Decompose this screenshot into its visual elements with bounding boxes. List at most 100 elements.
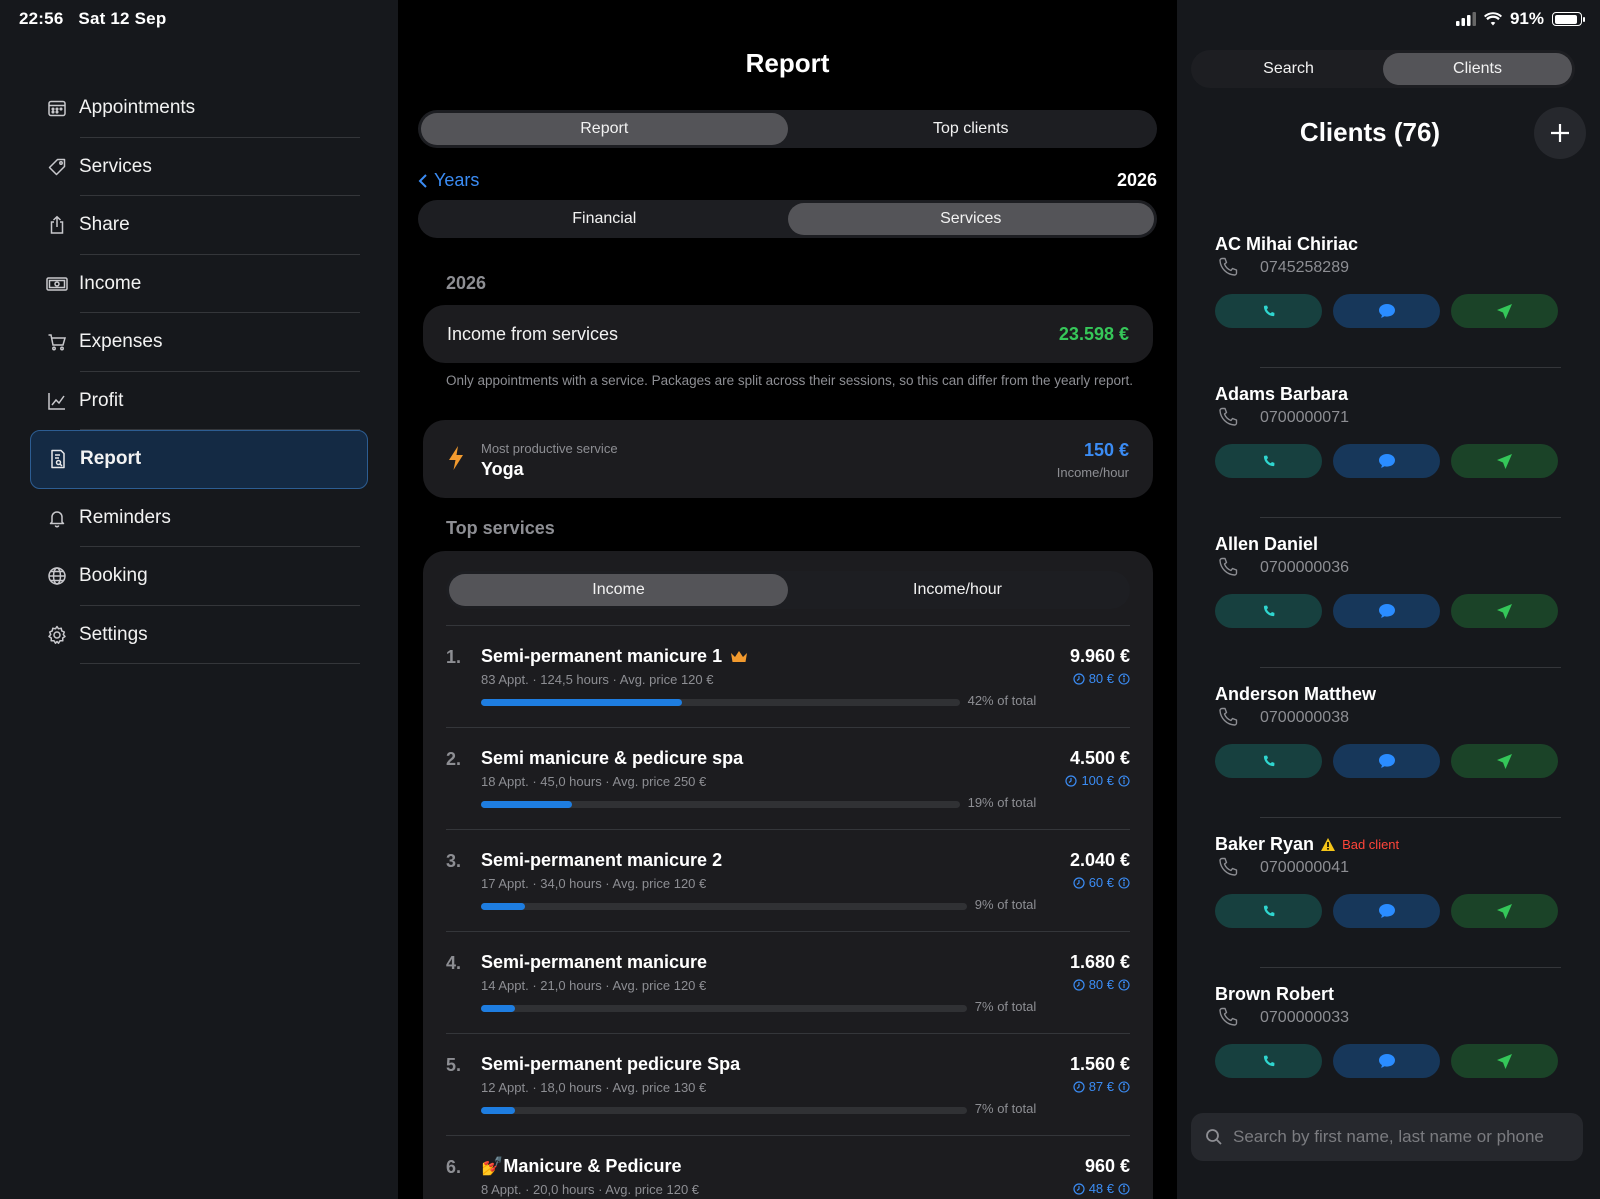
rank-number: 6.	[446, 1157, 462, 1177]
report-icon	[46, 447, 70, 471]
tab-income[interactable]: Income	[449, 574, 788, 606]
add-client-button[interactable]	[1534, 107, 1586, 159]
client-phone: 0700000036	[1260, 559, 1349, 576]
client-item[interactable]: Adams Barbara 0700000071	[1215, 368, 1561, 518]
send-button[interactable]	[1451, 1044, 1558, 1078]
client-item[interactable]: AC Mihai Chiriac 0745258289	[1215, 218, 1561, 368]
send-button[interactable]	[1451, 444, 1558, 478]
sidebar-item-settings[interactable]: Settings	[30, 606, 368, 664]
client-search-input[interactable]	[1233, 1127, 1573, 1147]
phone-call-icon	[1263, 905, 1274, 917]
client-name: Anderson Matthew	[1215, 684, 1376, 705]
clock-icon	[1065, 774, 1078, 787]
call-button[interactable]	[1215, 594, 1322, 628]
info-icon[interactable]	[1118, 672, 1130, 685]
client-name: Baker Ryan Bad client	[1215, 834, 1399, 855]
call-button[interactable]	[1215, 1044, 1322, 1078]
info-icon[interactable]	[1118, 876, 1130, 889]
send-button[interactable]	[1451, 594, 1558, 628]
service-name-text: 💅Manicure & Pedicure	[481, 1156, 682, 1176]
clients-title: Clients (76)	[1299, 117, 1441, 147]
sidebar-item-appointments[interactable]: Appointments	[30, 79, 368, 138]
clock-icon	[1073, 978, 1085, 991]
tab-services[interactable]: Services	[787, 203, 1154, 235]
tab-search[interactable]: Search	[1194, 53, 1383, 85]
report-tabs: Report Top clients	[418, 110, 1157, 148]
service-row[interactable]: 1. Semi-permanent manicure 1 83 Appt. · …	[446, 625, 1130, 727]
phone-icon	[1219, 257, 1238, 276]
message-button[interactable]	[1333, 894, 1440, 928]
info-icon[interactable]	[1118, 978, 1130, 991]
service-row[interactable]: 2. Semi manicure & pedicure spa 18 Appt.…	[446, 727, 1130, 829]
call-button[interactable]	[1215, 744, 1322, 778]
message-button[interactable]	[1333, 744, 1440, 778]
sidebar-item-share[interactable]: Share	[30, 196, 368, 255]
call-button[interactable]	[1215, 444, 1322, 478]
back-label: Years	[434, 170, 480, 190]
calendar-icon	[45, 96, 69, 120]
message-bubble-icon	[1378, 454, 1395, 468]
bad-client-badge: Bad client	[1342, 837, 1400, 852]
share-percent: 9% of total	[974, 897, 1037, 912]
rate-value: 60 €	[1088, 875, 1114, 890]
message-button[interactable]	[1333, 1044, 1440, 1078]
message-bubble-icon	[1378, 304, 1395, 318]
info-icon[interactable]	[1118, 1080, 1130, 1093]
search-icon	[1206, 1129, 1222, 1145]
crown-icon	[731, 650, 748, 662]
send-button[interactable]	[1451, 744, 1558, 778]
share-bar	[481, 699, 960, 706]
back-years-link[interactable]: Years	[418, 170, 479, 191]
rank-number: 4.	[446, 953, 462, 973]
send-button[interactable]	[1451, 294, 1558, 328]
chart-line-icon	[45, 389, 69, 413]
client-item[interactable]: Baker Ryan Bad client 0700000041	[1215, 818, 1561, 968]
client-search-bar[interactable]	[1191, 1113, 1583, 1161]
service-name: Semi-permanent manicure 2	[481, 850, 722, 871]
message-button[interactable]	[1333, 594, 1440, 628]
rank-number: 3.	[446, 851, 462, 871]
sidebar-item-report[interactable]: Report	[30, 430, 368, 489]
rank-number: 5.	[446, 1055, 462, 1075]
service-name-text: Semi manicure & pedicure spa	[481, 748, 744, 768]
service-name-text: Semi-permanent manicure	[481, 952, 708, 972]
sidebar-item-profit[interactable]: Profit	[30, 372, 368, 430]
service-row[interactable]: 3. Semi-permanent manicure 2 17 Appt. · …	[446, 829, 1130, 931]
call-button[interactable]	[1215, 294, 1322, 328]
message-button[interactable]	[1333, 444, 1440, 478]
sidebar-item-expenses[interactable]: Expenses	[30, 313, 368, 372]
sidebar-item-label: Appointments	[79, 97, 196, 119]
call-button[interactable]	[1215, 894, 1322, 928]
client-item[interactable]: Brown Robert 0700000033	[1215, 968, 1561, 1118]
client-phone: 0700000041	[1260, 859, 1349, 876]
send-button[interactable]	[1451, 894, 1558, 928]
info-icon[interactable]	[1118, 1182, 1130, 1195]
phone-call-icon	[1263, 1055, 1274, 1067]
sidebar-item-income[interactable]: Income	[30, 255, 368, 313]
client-item[interactable]: Allen Daniel 0700000036	[1215, 518, 1561, 668]
tab-clients[interactable]: Clients	[1383, 53, 1572, 85]
client-name-text: Anderson Matthew	[1215, 684, 1377, 704]
tab-income-per-hour[interactable]: Income/hour	[788, 574, 1127, 606]
service-amount: 960 €	[1084, 1156, 1130, 1176]
info-icon[interactable]	[1118, 774, 1130, 787]
message-button[interactable]	[1333, 294, 1440, 328]
sidebar-item-reminders[interactable]: Reminders	[30, 489, 368, 547]
client-phone: 0745258289	[1260, 259, 1349, 276]
client-name-text: Allen Daniel	[1215, 534, 1319, 554]
tab-top-clients[interactable]: Top clients	[788, 113, 1155, 145]
tab-report[interactable]: Report	[421, 113, 788, 145]
sidebar-item-label: Services	[79, 155, 152, 177]
top-services-card: Income Income/hour 1. Semi-permanent man…	[423, 551, 1153, 1199]
share-bar	[481, 1005, 967, 1012]
tab-financial[interactable]: Financial	[421, 203, 788, 235]
sidebar-item-services[interactable]: Services	[30, 138, 368, 196]
battery-percent: 91%	[1509, 9, 1544, 28]
client-item[interactable]: Anderson Matthew 0700000038	[1215, 668, 1561, 818]
service-name: Semi-permanent manicure 1	[481, 646, 748, 667]
service-row[interactable]: 6. 💅Manicure & Pedicure 8 Appt. · 20,0 h…	[446, 1135, 1130, 1199]
paper-plane-icon	[1497, 1053, 1512, 1069]
service-row[interactable]: 4. Semi-permanent manicure 14 Appt. · 21…	[446, 931, 1130, 1033]
service-row[interactable]: 5. Semi-permanent pedicure Spa 12 Appt. …	[446, 1033, 1130, 1135]
sidebar-item-booking[interactable]: Booking	[30, 547, 368, 606]
